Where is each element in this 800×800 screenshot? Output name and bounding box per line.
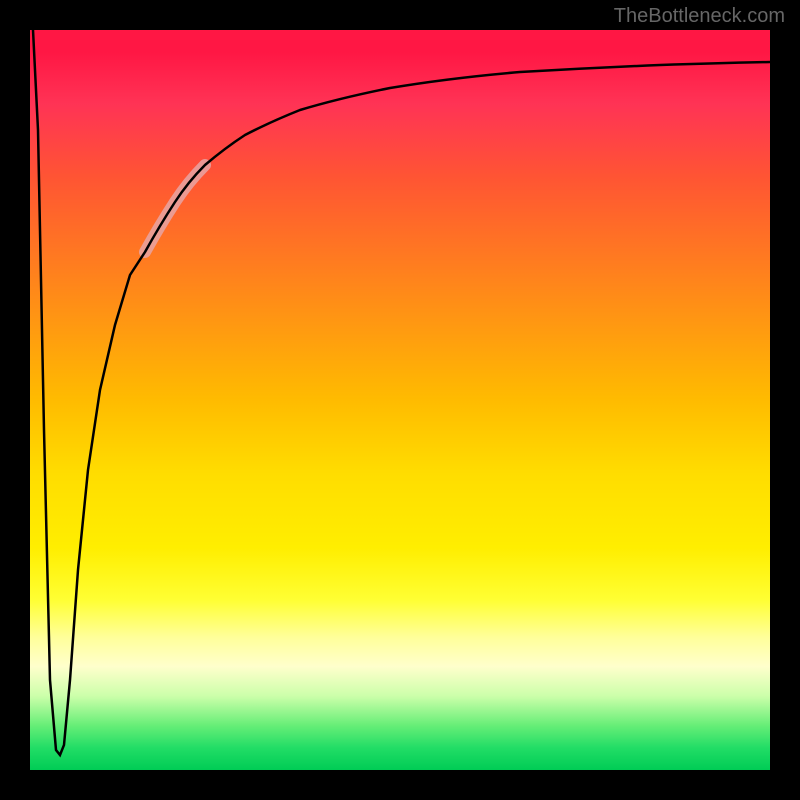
chart-plot-area [30, 30, 770, 770]
chart-svg [30, 30, 770, 770]
curve-highlight-segment [145, 165, 205, 252]
bottleneck-curve-line [33, 30, 770, 755]
watermark-text: TheBottleneck.com [614, 5, 785, 28]
